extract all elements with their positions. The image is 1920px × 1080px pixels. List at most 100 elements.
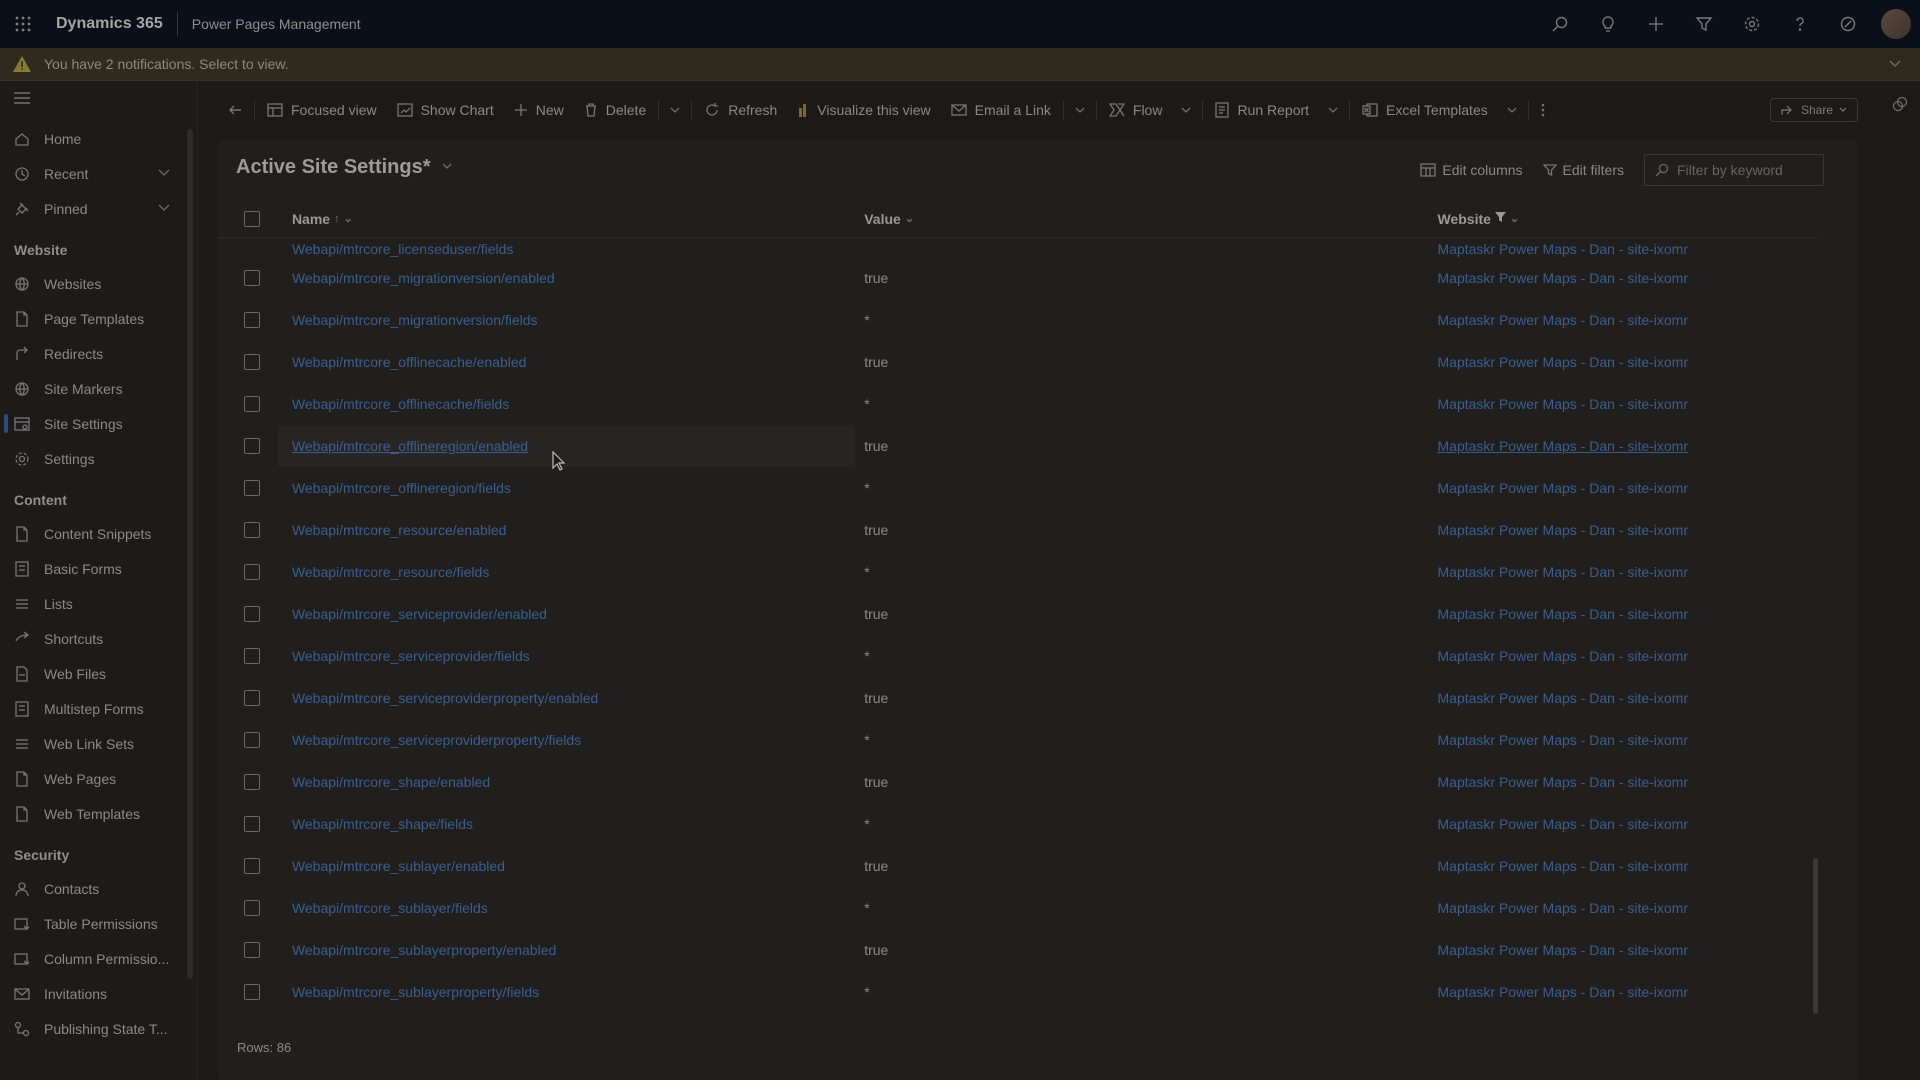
row-checkbox[interactable] [243,606,260,622]
sidebar-item-column-permissio[interactable]: Column Permissio... [0,941,197,976]
lightbulb-icon[interactable] [1584,0,1632,48]
column-header-value[interactable]: Value ⌄ [864,211,914,227]
chevron-down-icon[interactable] [661,90,689,130]
sidebar-item-shortcuts[interactable]: Shortcuts [0,621,197,656]
row-checkbox[interactable] [243,732,260,748]
help-icon[interactable] [1776,0,1824,48]
setting-name-link[interactable]: Webapi/mtrcore_serviceproviderproperty/e… [292,690,598,706]
table-row[interactable]: Webapi/mtrcore_sublayer/fields * Maptaskr … [218,887,1818,929]
back-button[interactable] [218,90,252,130]
table-row[interactable]: Webapi/mtrcore_offlinecache/enabled true M… [218,341,1818,383]
website-link[interactable]: Maptaskr Power Maps - Dan - site-ixomr [1438,522,1689,538]
website-link[interactable]: Maptaskr Power Maps - Dan - site-ixomr [1438,942,1689,958]
hamburger-icon[interactable] [0,81,197,121]
website-link[interactable]: Maptaskr Power Maps - Dan - site-ixomr [1438,354,1689,370]
column-header-name[interactable]: Name ↑ ⌄ [292,211,353,227]
run-report-button[interactable]: Run Report [1205,90,1319,130]
app-name[interactable]: Power Pages Management [178,16,361,32]
table-row[interactable]: Webapi/mtrcore_licenseduser/fields Maptas… [218,238,1818,257]
setting-name-link[interactable]: Webapi/mtrcore_licenseduser/fields [292,241,514,257]
setting-name-link[interactable]: Webapi/mtrcore_migrationversion/enabled [292,270,555,286]
table-row[interactable]: Webapi/mtrcore_sublayerproperty/fields * M… [218,971,1818,1008]
website-link[interactable]: Maptaskr Power Maps - Dan - site-ixomr [1438,438,1689,454]
chevron-down-icon[interactable] [157,200,171,217]
avatar[interactable] [1881,9,1911,39]
table-row[interactable]: Webapi/mtrcore_migrationversion/fields * M… [218,299,1818,341]
column-header-website[interactable]: Website ⌄ [1438,211,1520,227]
notification-text[interactable]: You have 2 notifications. Select to view… [44,56,289,72]
table-row[interactable]: Webapi/mtrcore_offlinecache/fields * Mapta… [218,383,1818,425]
flow-button[interactable]: Flow [1099,90,1173,130]
row-checkbox[interactable] [243,984,260,1000]
sidebar-scrollbar[interactable] [187,129,193,979]
setting-name-link[interactable]: Webapi/mtrcore_serviceprovider/fields [292,648,530,664]
website-link[interactable]: Maptaskr Power Maps - Dan - site-ixomr [1438,564,1689,580]
filter-icon[interactable] [1680,0,1728,48]
sidebar-item-multistep-forms[interactable]: Multistep Forms [0,691,197,726]
chevron-down-icon[interactable] [1498,90,1526,130]
sidebar-item-web-templates[interactable]: Web Templates [0,796,197,831]
setting-name-link[interactable]: Webapi/mtrcore_offlinecache/enabled [292,354,527,370]
sidebar-item-basic-forms[interactable]: Basic Forms [0,551,197,586]
setting-name-link[interactable]: Webapi/mtrcore_migrationversion/fields [292,312,538,328]
filter-keyword-input[interactable]: Filter by keyword [1644,154,1824,186]
row-checkbox[interactable] [243,522,260,538]
row-checkbox[interactable] [243,438,260,454]
row-checkbox[interactable] [243,816,260,832]
row-checkbox[interactable] [243,396,260,412]
visualize-view-button[interactable]: Visualize this view [787,90,940,130]
sidebar-item-redirects[interactable]: Redirects [0,336,197,371]
setting-name-link[interactable]: Webapi/mtrcore_sublayerproperty/enabled [292,942,556,958]
sidebar-item-table-permissions[interactable]: Table Permissions [0,906,197,941]
setting-name-link[interactable]: Webapi/mtrcore_resource/fields [292,564,489,580]
row-checkbox[interactable] [243,900,260,916]
sidebar-item-web-pages[interactable]: Web Pages [0,761,197,796]
setting-name-link[interactable]: Webapi/mtrcore_shape/enabled [292,774,490,790]
table-row[interactable]: Webapi/mtrcore_serviceproviderproperty/e… [218,677,1818,719]
setting-name-link[interactable]: Webapi/mtrcore_offlineregion/fields [292,480,511,496]
sidebar-item-web-files[interactable]: Web Files [0,656,197,691]
table-row[interactable]: Webapi/mtrcore_serviceproviderproperty/f… [218,719,1818,761]
excel-templates-button[interactable]: Excel Templates [1352,90,1498,130]
sidebar-item-site-settings[interactable]: Site Settings [0,406,197,441]
sidebar-item-contacts[interactable]: Contacts [0,871,197,906]
setting-name-link[interactable]: Webapi/mtrcore_serviceproviderproperty/f… [292,732,581,748]
sidebar-item-content-snippets[interactable]: Content Snippets [0,516,197,551]
table-row[interactable]: Webapi/mtrcore_migrationversion/enabled t… [218,257,1818,299]
edit-columns-button[interactable]: Edit columns [1420,162,1523,178]
table-row[interactable]: Webapi/mtrcore_shape/fields * Maptaskr Pow… [218,803,1818,845]
copilot-icon[interactable] [1892,96,1908,115]
setting-name-link[interactable]: Webapi/mtrcore_resource/enabled [292,522,507,538]
table-row[interactable]: Webapi/mtrcore_serviceprovider/enabled tr… [218,593,1818,635]
website-link[interactable]: Maptaskr Power Maps - Dan - site-ixomr [1438,690,1689,706]
new-button[interactable]: New [504,90,574,130]
row-checkbox[interactable] [243,354,260,370]
plus-icon[interactable] [1632,0,1680,48]
delete-button[interactable]: Delete [574,90,656,130]
search-icon[interactable] [1536,0,1584,48]
table-row[interactable]: Webapi/mtrcore_sublayer/enabled true Mapta… [218,845,1818,887]
table-row[interactable]: Webapi/mtrcore_offlineregion/fields * Mapt… [218,467,1818,509]
edit-filters-button[interactable]: Edit filters [1542,162,1624,178]
website-link[interactable]: Maptaskr Power Maps - Dan - site-ixomr [1438,774,1689,790]
view-selector[interactable]: Active Site Settings* [236,156,453,179]
setting-name-link[interactable]: Webapi/mtrcore_sublayer/enabled [292,858,505,874]
website-link[interactable]: Maptaskr Power Maps - Dan - site-ixomr [1438,312,1689,328]
chevron-down-icon[interactable] [1319,90,1347,130]
sidebar-item-settings[interactable]: Settings [0,441,197,476]
sidebar-item-invitations[interactable]: Invitations [0,976,197,1011]
row-checkbox[interactable] [243,774,260,790]
setting-name-link[interactable]: Webapi/mtrcore_offlinecache/fields [292,396,509,412]
app-launcher-icon[interactable] [0,0,46,48]
brand-title[interactable]: Dynamics 365 [46,15,177,33]
chevron-down-icon[interactable] [1888,56,1902,73]
website-link[interactable]: Maptaskr Power Maps - Dan - site-ixomr [1438,270,1689,286]
row-checkbox[interactable] [243,564,260,580]
website-link[interactable]: Maptaskr Power Maps - Dan - site-ixomr [1438,816,1689,832]
row-checkbox[interactable] [243,648,260,664]
table-row[interactable]: Webapi/mtrcore_resource/fields * Maptaskr … [218,551,1818,593]
select-all-checkbox[interactable] [243,210,260,227]
copilot-icon[interactable] [1824,0,1872,48]
show-chart-button[interactable]: Show Chart [387,90,504,130]
setting-name-link[interactable]: Webapi/mtrcore_offlineregion/enabled [292,438,528,454]
